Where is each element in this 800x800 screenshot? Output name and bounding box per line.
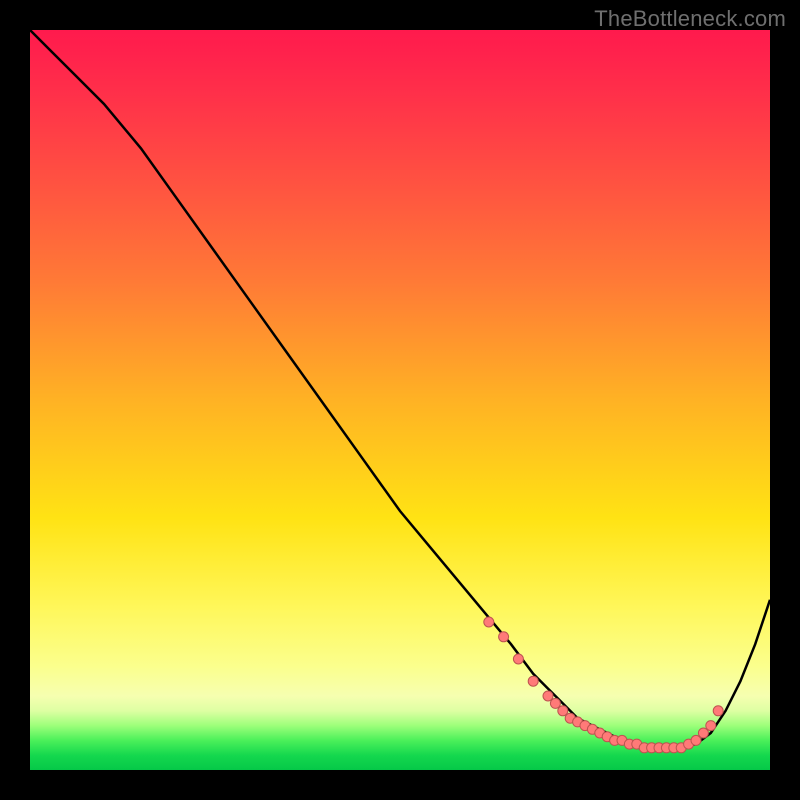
curve-marker — [550, 698, 560, 708]
curve-marker — [713, 706, 723, 716]
curve-marker — [499, 632, 509, 642]
curve-marker — [484, 617, 494, 627]
plot-area — [30, 30, 770, 770]
curve-marker — [513, 654, 523, 664]
curve-marker — [698, 728, 708, 738]
bottleneck-curve — [30, 30, 770, 748]
curve-marker — [706, 721, 716, 731]
curve-marker — [558, 706, 568, 716]
curve-marker — [691, 735, 701, 745]
watermark-text: TheBottleneck.com — [594, 6, 786, 32]
curve-svg — [30, 30, 770, 770]
chart-frame: TheBottleneck.com — [0, 0, 800, 800]
curve-marker — [543, 691, 553, 701]
curve-marker — [528, 676, 538, 686]
curve-markers — [484, 617, 723, 753]
